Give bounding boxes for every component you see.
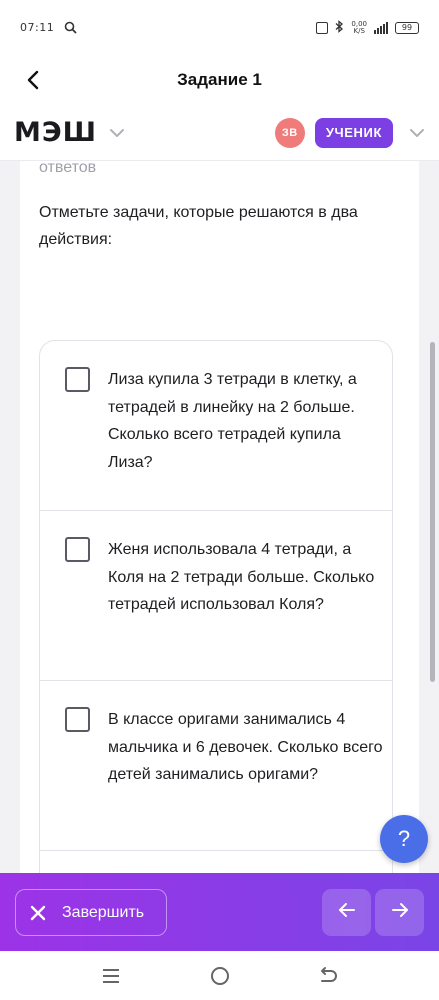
answer-option-1[interactable]: Лиза купила 3 тетради в клетку, а тетрад… bbox=[40, 341, 392, 511]
option-text: Лиза купила 3 тетради в клетку, а тетрад… bbox=[108, 371, 357, 471]
checkbox[interactable] bbox=[65, 707, 90, 732]
previous-button[interactable] bbox=[322, 889, 371, 936]
arrow-left-icon bbox=[337, 900, 357, 925]
status-time: 07:11 bbox=[20, 21, 55, 34]
page-title: Задание 1 bbox=[177, 70, 262, 89]
task-content: ответов Отметьте задачи, которые решаютс… bbox=[20, 161, 419, 873]
status-icons: 0,00 K/S 99 bbox=[316, 19, 419, 36]
close-icon bbox=[28, 903, 48, 923]
answer-option-3[interactable]: В классе оригами занимались 4 мальчика и… bbox=[40, 681, 392, 851]
app-logo[interactable]: МЭШ bbox=[14, 117, 97, 148]
arrow-right-icon bbox=[390, 900, 410, 925]
user-menu: ЗВ УЧЕНИК bbox=[274, 117, 425, 148]
bluetooth-icon bbox=[335, 19, 344, 36]
finish-button-label: Завершить bbox=[62, 903, 145, 921]
speed-unit: K/S bbox=[353, 26, 365, 35]
previous-text: ответов bbox=[39, 161, 97, 176]
signal-icon bbox=[374, 21, 388, 34]
chevron-down-icon[interactable] bbox=[109, 125, 125, 141]
avatar[interactable]: ЗВ bbox=[274, 117, 305, 148]
system-navigation-bar bbox=[0, 951, 439, 1000]
title-bar: Задание 1 bbox=[0, 55, 439, 105]
answer-options: Лиза купила 3 тетради в клетку, а тетрад… bbox=[39, 340, 393, 873]
status-bar: 07:11 0,00 K/S 99 bbox=[0, 0, 439, 55]
role-badge[interactable]: УЧЕНИК bbox=[314, 117, 393, 148]
next-button[interactable] bbox=[375, 889, 424, 936]
option-text: В классе оригами занимались 4 мальчика и… bbox=[108, 711, 383, 783]
system-back-icon[interactable] bbox=[317, 965, 339, 987]
option-text: Женя использовала 4 тетради, а Коля на 2… bbox=[108, 541, 375, 613]
home-icon[interactable] bbox=[209, 965, 231, 987]
search-icon bbox=[64, 21, 77, 34]
checkbox[interactable] bbox=[65, 537, 90, 562]
question-text: Отметьте задачи, которые решаются в два … bbox=[39, 204, 358, 248]
app-header: МЭШ ЗВ УЧЕНИК bbox=[0, 105, 439, 161]
answer-option-2[interactable]: Женя использовала 4 тетради, а Коля на 2… bbox=[40, 511, 392, 681]
finish-button[interactable]: Завершить bbox=[15, 889, 167, 936]
scrollbar[interactable] bbox=[430, 342, 435, 682]
menu-icon[interactable] bbox=[100, 965, 122, 987]
help-button[interactable]: ? bbox=[380, 815, 428, 863]
checkbox[interactable] bbox=[65, 367, 90, 392]
battery-icon: 99 bbox=[395, 21, 419, 34]
bottom-action-bar: Завершить bbox=[0, 873, 439, 951]
answer-option-4[interactable] bbox=[40, 851, 392, 873]
user-menu-chevron-icon[interactable] bbox=[409, 125, 425, 141]
nfc-icon bbox=[316, 21, 329, 34]
back-arrow-icon[interactable] bbox=[22, 68, 46, 92]
network-speed: 0,00 K/S bbox=[351, 20, 367, 35]
